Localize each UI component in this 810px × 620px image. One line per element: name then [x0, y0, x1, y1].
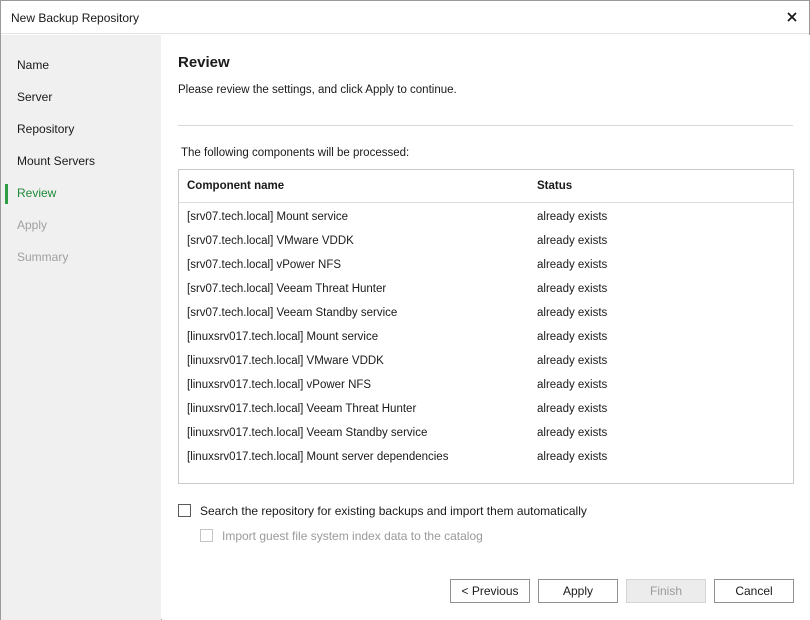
table-row[interactable]: [linuxsrv017.tech.local] vPower NFS alre…	[179, 374, 793, 398]
page-subtitle: Please review the settings, and click Ap…	[178, 84, 457, 96]
components-label: The following components will be process…	[181, 147, 410, 159]
component-name-cell: [linuxsrv017.tech.local] Veeam Standby s…	[187, 427, 428, 439]
sidebar-item-label: Mount Servers	[17, 154, 96, 168]
component-name-cell: [srv07.tech.local] Veeam Standby service	[187, 307, 398, 319]
page-title: Review	[178, 54, 230, 71]
status-cell: already exists	[537, 259, 608, 271]
close-icon	[787, 12, 797, 22]
sidebar-item-label: Apply	[17, 218, 48, 232]
sidebar-item-name[interactable]: Name	[1, 53, 161, 79]
status-cell: already exists	[537, 427, 608, 439]
components-table[interactable]: Component name Status [srv07.tech.local]…	[178, 169, 794, 484]
apply-button[interactable]: Apply	[538, 579, 618, 603]
component-name-cell: [linuxsrv017.tech.local] VMware VDDK	[187, 355, 384, 367]
table-row[interactable]: [linuxsrv017.tech.local] Veeam Threat Hu…	[179, 398, 793, 422]
table-row[interactable]: [srv07.tech.local] Veeam Standby service…	[179, 302, 793, 326]
sidebar-item-label: Server	[17, 90, 53, 104]
review-page: Review Please review the settings, and c…	[162, 35, 810, 620]
table-row[interactable]: [srv07.tech.local] VMware VDDK already e…	[179, 230, 793, 254]
status-cell: already exists	[537, 307, 608, 319]
table-row[interactable]: [srv07.tech.local] Veeam Threat Hunter a…	[179, 278, 793, 302]
component-name-cell: [srv07.tech.local] Mount service	[187, 211, 349, 223]
sidebar-item-label: Repository	[17, 122, 75, 136]
column-header-component-name[interactable]: Component name	[187, 180, 284, 192]
sidebar-item-label: Review	[17, 186, 57, 200]
window-title: New Backup Repository	[11, 11, 140, 25]
finish-button: Finish	[626, 579, 706, 603]
table-row[interactable]: [srv07.tech.local] vPower NFS already ex…	[179, 254, 793, 278]
component-name-cell: [linuxsrv017.tech.local] Veeam Threat Hu…	[187, 403, 417, 415]
component-name-cell: [linuxsrv017.tech.local] vPower NFS	[187, 379, 372, 391]
close-button[interactable]	[779, 5, 805, 29]
table-row[interactable]: [linuxsrv017.tech.local] Mount service a…	[179, 326, 793, 350]
sidebar-item-label: Name	[17, 58, 50, 72]
wizard-steps-sidebar: Name Server Repository Mount Servers Rev…	[1, 35, 161, 620]
title-bar: New Backup Repository	[1, 1, 809, 34]
search-import-label[interactable]: Search the repository for existing backu…	[200, 504, 587, 518]
status-cell: already exists	[537, 235, 608, 247]
import-index-checkbox	[200, 529, 213, 542]
sidebar-item-review[interactable]: Review	[1, 181, 161, 207]
table-row[interactable]: [srv07.tech.local] Mount service already…	[179, 206, 793, 230]
status-cell: already exists	[537, 211, 608, 223]
previous-button[interactable]: < Previous	[450, 579, 530, 603]
sidebar-item-apply: Apply	[1, 213, 161, 239]
component-name-cell: [srv07.tech.local] vPower NFS	[187, 259, 342, 271]
sidebar-item-label: Summary	[17, 250, 69, 264]
component-name-cell: [srv07.tech.local] VMware VDDK	[187, 235, 354, 247]
table-row[interactable]: [linuxsrv017.tech.local] Veeam Standby s…	[179, 422, 793, 446]
sidebar-item-repository[interactable]: Repository	[1, 117, 161, 143]
component-name-cell: [linuxsrv017.tech.local] Mount service	[187, 331, 379, 343]
status-cell: already exists	[537, 283, 608, 295]
import-index-label: Import guest file system index data to t…	[222, 529, 483, 543]
component-name-cell: [linuxsrv017.tech.local] Mount server de…	[187, 451, 449, 463]
status-cell: already exists	[537, 331, 608, 343]
status-cell: already exists	[537, 451, 608, 463]
new-backup-repository-dialog: New Backup Repository Name Server Reposi…	[0, 0, 810, 620]
component-name-cell: [srv07.tech.local] Veeam Threat Hunter	[187, 283, 387, 295]
sidebar-item-mount-servers[interactable]: Mount Servers	[1, 149, 161, 175]
status-cell: already exists	[537, 403, 608, 415]
search-import-checkbox[interactable]	[178, 504, 191, 517]
status-cell: already exists	[537, 379, 608, 391]
active-step-indicator	[5, 184, 8, 204]
table-row[interactable]: [linuxsrv017.tech.local] VMware VDDK alr…	[179, 350, 793, 374]
header-divider	[178, 125, 793, 126]
column-header-status[interactable]: Status	[537, 180, 572, 192]
sidebar-item-summary: Summary	[1, 245, 161, 271]
cancel-button[interactable]: Cancel	[714, 579, 794, 603]
sidebar-item-server[interactable]: Server	[1, 85, 161, 111]
status-cell: already exists	[537, 355, 608, 367]
table-row[interactable]: [linuxsrv017.tech.local] Mount server de…	[179, 446, 793, 470]
table-header: Component name Status	[179, 170, 793, 203]
